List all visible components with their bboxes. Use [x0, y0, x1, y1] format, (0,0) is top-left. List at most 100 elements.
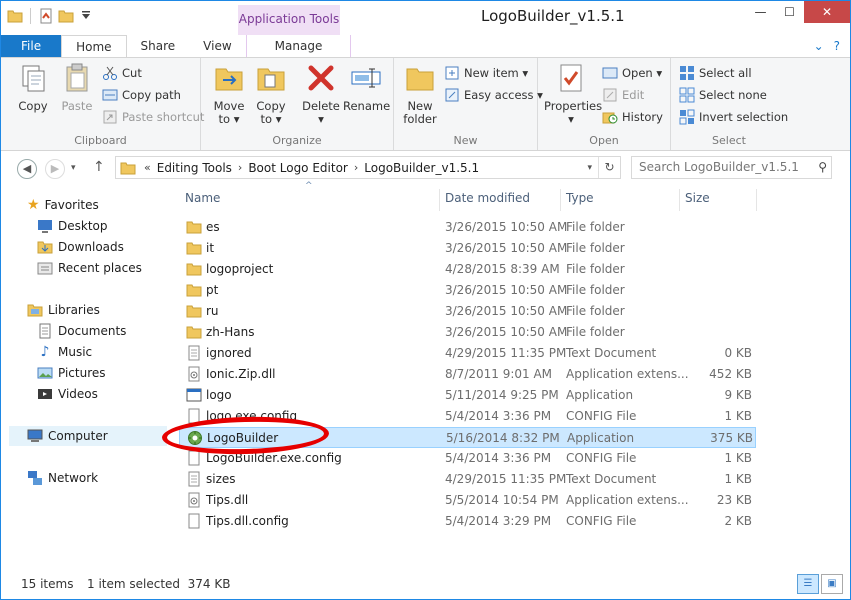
move-to-button[interactable]: Move to ▾ [209, 62, 249, 126]
chevron-right-icon[interactable]: › [236, 161, 244, 174]
sort-ascending-icon: ^ [305, 181, 313, 191]
breadcrumb-boot-logo-editor[interactable]: Boot Logo Editor [244, 161, 352, 175]
properties-button[interactable]: Properties ▾ [544, 62, 602, 126]
column-header-name[interactable]: Name [185, 191, 220, 205]
nav-libraries[interactable]: Libraries [27, 300, 100, 320]
file-date: 5/4/2014 3:29 PM [445, 514, 552, 528]
customize-toolbar-icon[interactable] [78, 8, 94, 24]
tab-home[interactable]: Home [61, 35, 127, 57]
expand-ribbon-icon[interactable]: ⌄ [814, 35, 824, 57]
back-button[interactable]: ◀ [17, 159, 37, 179]
copy-to-button[interactable]: Copy to ▾ [251, 62, 291, 126]
libraries-icon [27, 304, 43, 317]
rename-button[interactable]: Rename [343, 62, 391, 113]
file-row[interactable]: logoproject 4/28/2015 8:39 AM File folder [179, 259, 756, 280]
nav-computer[interactable]: Computer [9, 426, 167, 446]
nav-videos-label: Videos [58, 387, 98, 401]
column-header-type[interactable]: Type [566, 191, 594, 205]
search-input[interactable]: Search LogoBuilder_v1.5.1 ⚲ [631, 156, 832, 179]
nav-music-label: Music [58, 345, 93, 359]
nav-music[interactable]: ♪ Music [37, 342, 93, 362]
select-all-button[interactable]: Select all [679, 64, 752, 82]
file-row[interactable]: logo 5/11/2014 9:25 PM Application 9 KB [179, 385, 756, 406]
file-row[interactable]: es 3/26/2015 10:50 AM File folder [179, 217, 756, 238]
file-row[interactable]: pt 3/26/2015 10:50 AM File folder [179, 280, 756, 301]
config-file-icon [188, 450, 200, 466]
address-bar[interactable]: « Editing Tools › Boot Logo Editor › Log… [115, 156, 621, 179]
new-folder-button[interactable]: New folder [400, 62, 440, 126]
select-none-button[interactable]: Select none [679, 86, 767, 104]
forward-button[interactable]: ▶ [45, 159, 65, 179]
file-row[interactable]: Tips.dll.config 5/4/2014 3:29 PM CONFIG Fi… [179, 511, 756, 532]
delete-button[interactable]: Delete ▾ [301, 62, 341, 126]
tab-file[interactable]: File [1, 35, 62, 57]
nav-downloads-label: Downloads [58, 240, 124, 254]
column-header-size[interactable]: Size [685, 191, 710, 205]
status-bar: 15 items 1 item selected 374 KB ☰ ▣ [1, 571, 850, 599]
help-icon[interactable]: ? [834, 35, 840, 57]
file-row[interactable]: ignored 4/29/2015 11:35 PM Text Document 0 … [179, 343, 756, 364]
nav-videos[interactable]: Videos [37, 384, 98, 404]
address-dropdown-icon[interactable]: ▾ [581, 163, 598, 173]
invert-selection-icon [679, 109, 695, 125]
file-name: Ionic.Zip.dll [206, 367, 276, 381]
nav-favorites[interactable]: ★ Favorites [27, 195, 99, 215]
column-divider[interactable] [439, 189, 440, 211]
new-group: New folder New item ▾ Easy access ▾ New [394, 58, 543, 150]
column-divider[interactable] [679, 189, 680, 211]
new-group-label: New [453, 134, 478, 147]
details-view-button[interactable]: ☰ [797, 574, 819, 594]
file-row[interactable]: sizes 4/29/2015 11:35 PM Text Document 1 KB [179, 469, 756, 490]
copy-path-button[interactable]: Copy path [102, 86, 181, 104]
recent-locations-icon[interactable]: ▾ [71, 163, 76, 173]
column-divider[interactable] [756, 189, 757, 211]
search-icon[interactable]: ⚲ [818, 157, 827, 178]
copy-button[interactable]: Copy [13, 62, 53, 113]
minimize-button[interactable]: — [746, 1, 775, 23]
cut-button[interactable]: Cut [102, 64, 142, 82]
file-row[interactable]: ru 3/26/2015 10:50 AM File folder [179, 301, 756, 322]
file-row[interactable]: it 3/26/2015 10:50 AM File folder [179, 238, 756, 259]
edit-button[interactable]: Edit [602, 86, 644, 104]
column-divider[interactable] [560, 189, 561, 211]
breadcrumb-overflow[interactable]: « [142, 161, 153, 174]
breadcrumb-logobuilder[interactable]: LogoBuilder_v1.5.1 [360, 161, 483, 175]
tab-share[interactable]: Share [127, 35, 190, 57]
close-button[interactable]: ✕ [804, 1, 850, 23]
file-row[interactable]: Tips.dll 5/5/2014 10:54 PM Application ext… [179, 490, 756, 511]
file-row[interactable]: Ionic.Zip.dll 8/7/2011 9:01 AM Application… [179, 364, 756, 385]
column-header-date[interactable]: Date modified [445, 191, 530, 205]
scissors-icon [103, 66, 117, 80]
refresh-icon[interactable]: ↻ [598, 157, 620, 178]
nav-pictures[interactable]: Pictures [37, 363, 106, 383]
invert-selection-button[interactable]: Invert selection [679, 108, 788, 126]
rename-label: Rename [343, 99, 391, 113]
open-button[interactable]: Open ▾ [602, 64, 662, 82]
new-folder-icon[interactable] [58, 8, 74, 24]
history-button[interactable]: History [602, 108, 663, 126]
nav-desktop[interactable]: Desktop [37, 216, 108, 236]
tab-view[interactable]: View [189, 35, 245, 57]
up-arrow-icon[interactable]: ↑ [93, 159, 105, 175]
new-item-button[interactable]: New item ▾ [444, 64, 528, 82]
nav-downloads[interactable]: Downloads [37, 237, 124, 257]
paste-shortcut-button[interactable]: Paste shortcut [102, 108, 204, 126]
paste-label: Paste [61, 99, 93, 113]
back-arrow-icon: ◀ [22, 162, 32, 175]
folder-icon[interactable] [7, 8, 23, 24]
chevron-right-icon[interactable]: › [352, 161, 360, 174]
paste-button[interactable]: Paste [56, 62, 98, 113]
properties-icon[interactable] [38, 8, 54, 24]
maximize-button[interactable]: ☐ [775, 1, 804, 23]
easy-access-button[interactable]: Easy access ▾ [444, 86, 543, 104]
breadcrumb-editing-tools[interactable]: Editing Tools [153, 161, 236, 175]
open-group-label: Open [589, 134, 619, 147]
file-row[interactable]: zh-Hans 3/26/2015 10:50 AM File folder [179, 322, 756, 343]
nav-documents[interactable]: Documents [37, 321, 126, 341]
tab-manage[interactable]: Manage [245, 35, 352, 57]
select-none-label: Select none [699, 88, 767, 102]
copy-to-icon [257, 68, 285, 91]
large-icons-view-button[interactable]: ▣ [821, 574, 843, 594]
nav-recent-places[interactable]: Recent places [37, 258, 142, 278]
nav-network[interactable]: Network [27, 468, 98, 488]
